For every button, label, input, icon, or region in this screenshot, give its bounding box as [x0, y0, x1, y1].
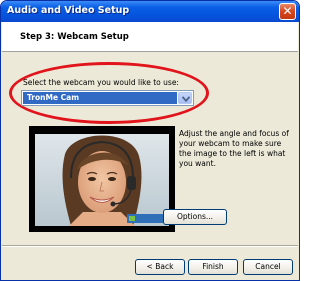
back-button[interactable]: < Back	[135, 259, 185, 275]
webcam-preview	[29, 126, 175, 232]
webcam-preview-image	[35, 134, 169, 226]
options-button-label: Options...	[176, 212, 214, 221]
back-button-label: < Back	[146, 262, 174, 271]
audio-video-setup-dialog: Audio and Video Setup ✕ Step 3: Webcam S…	[0, 0, 300, 281]
close-icon: ✕	[282, 4, 293, 18]
close-button[interactable]: ✕	[279, 3, 296, 20]
cancel-button[interactable]: Cancel	[243, 259, 293, 275]
options-button[interactable]: Options...	[163, 209, 227, 225]
webcam-dropdown-value: TronMe Cam	[23, 92, 177, 104]
footer-divider	[2, 245, 298, 247]
window-title: Audio and Video Setup	[7, 5, 130, 16]
dropdown-arrow-button[interactable]	[178, 92, 192, 104]
webcam-dropdown[interactable]: TronMe Cam	[21, 90, 194, 106]
cancel-button-label: Cancel	[255, 262, 281, 271]
finish-button[interactable]: Finish	[188, 259, 238, 275]
title-bar[interactable]: Audio and Video Setup ✕	[1, 1, 299, 22]
finish-button-label: Finish	[202, 262, 224, 271]
step-title: Step 3: Webcam Setup	[20, 32, 129, 42]
chevron-down-icon	[182, 96, 190, 102]
instructions-text: Adjust the angle and focus of your webca…	[179, 129, 289, 168]
webcam-select-label: Select the webcam you would like to use:	[23, 78, 179, 87]
header-band: Step 3: Webcam Setup	[2, 22, 298, 52]
